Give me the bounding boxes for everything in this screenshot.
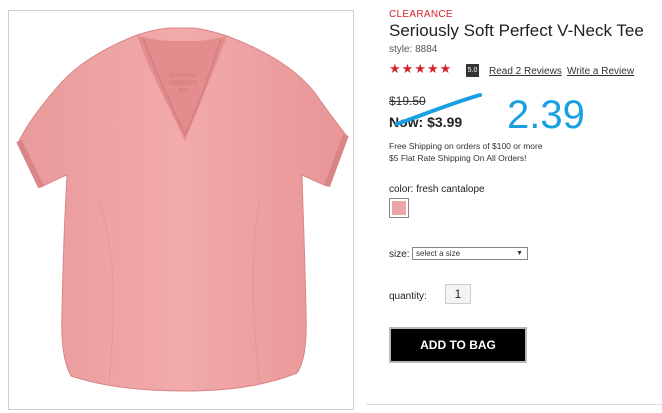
write-review-link[interactable]: Write a Review [567, 66, 634, 77]
add-to-bag-button[interactable]: ADD TO BAG [389, 327, 527, 363]
star-icon: ★ [401, 62, 414, 77]
tshirt-image: SERIOUSLY PERFECT TEE [16, 27, 349, 392]
brand-print-line-2: PERFECT [169, 81, 197, 87]
divider [366, 404, 662, 405]
star-icon: ★ [439, 62, 452, 77]
size-select-value: select a size [416, 249, 461, 258]
read-reviews-link[interactable]: Read 2 Reviews [489, 66, 562, 77]
swatch-fill [392, 201, 406, 215]
style-number: style: 8884 [389, 44, 438, 55]
clearance-tag: CLEARANCE [389, 9, 453, 20]
size-select[interactable]: select a size ▼ [412, 247, 528, 260]
star-icon: ★ [426, 62, 439, 77]
product-image[interactable]: SERIOUSLY PERFECT TEE [8, 10, 354, 410]
product-title: Seriously Soft Perfect V-Neck Tee [389, 21, 644, 40]
handwritten-price-annotation: 2.39 [507, 93, 585, 137]
quantity-label: quantity: [389, 291, 427, 302]
shipping-note-free: Free Shipping on orders of $100 or more [389, 141, 543, 151]
quantity-input[interactable]: 1 [445, 284, 471, 304]
annotation-strike-line [395, 93, 482, 126]
shipping-note-flat-rate: $5 Flat Rate Shipping On All Orders! [389, 153, 527, 163]
brand-print-line-3: TEE [178, 88, 188, 94]
color-swatch-fresh-cantalope[interactable] [389, 198, 409, 218]
color-label: color: fresh cantalope [389, 184, 485, 195]
brand-print-line-1: SERIOUSLY [169, 73, 198, 79]
star-icon: ★ [389, 62, 401, 77]
dropdown-arrow-icon: ▼ [516, 250, 523, 257]
star-rating: ★ ★ ★ ★ ★ [389, 63, 451, 77]
star-icon: ★ [414, 62, 426, 77]
size-label: size: [389, 249, 410, 260]
rating-score-badge: 5.0 [466, 64, 479, 77]
